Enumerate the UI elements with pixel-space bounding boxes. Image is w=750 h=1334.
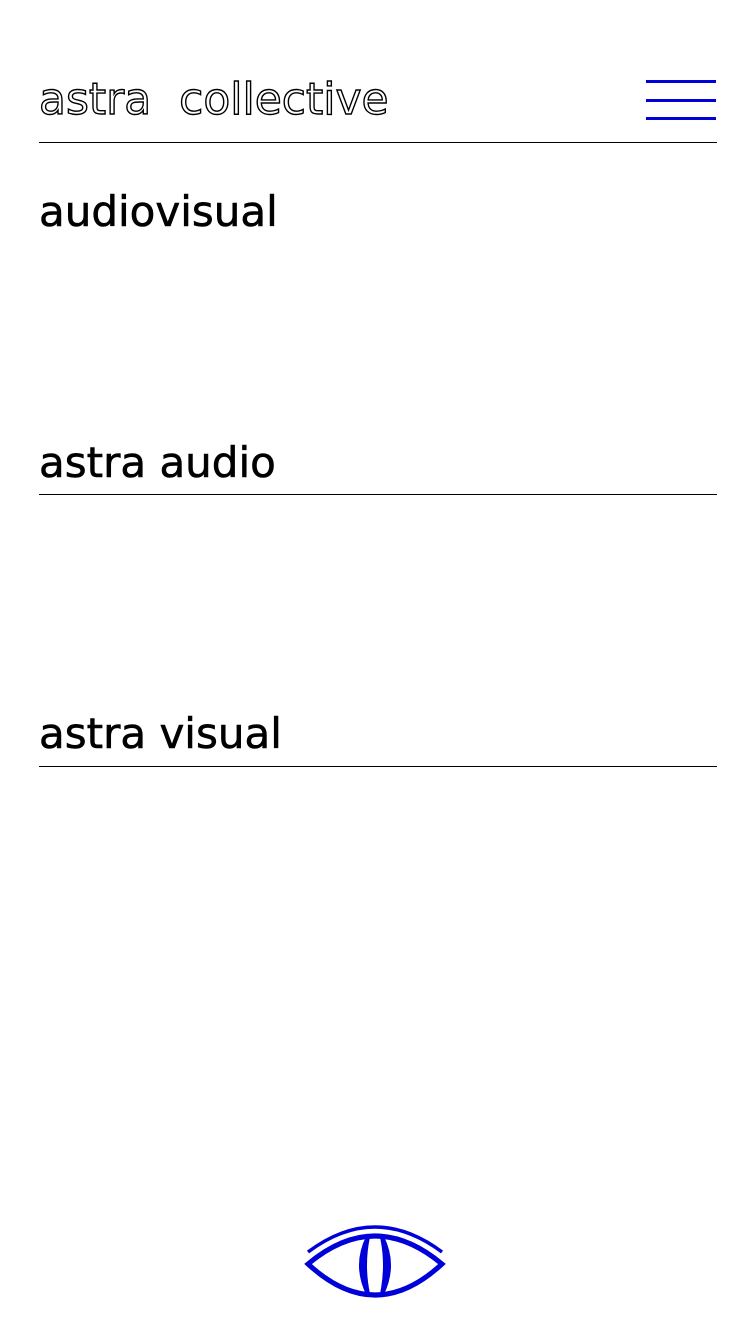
menu-bar-top bbox=[646, 80, 716, 83]
site-logo-wordmark[interactable]: astra collective bbox=[38, 73, 389, 126]
section-title-astra-visual[interactable]: astra visual bbox=[39, 708, 282, 760]
menu-bar-middle bbox=[646, 99, 716, 102]
section-title-astra-audio[interactable]: astra audio bbox=[39, 437, 276, 489]
section-title-audiovisual[interactable]: audiovisual bbox=[39, 186, 278, 238]
hamburger-menu-icon[interactable] bbox=[646, 80, 716, 122]
divider bbox=[39, 494, 717, 495]
eye-icon[interactable] bbox=[304, 1222, 446, 1304]
site-header: astra collective bbox=[38, 60, 717, 143]
menu-bar-bottom bbox=[646, 117, 716, 120]
divider bbox=[39, 766, 717, 767]
